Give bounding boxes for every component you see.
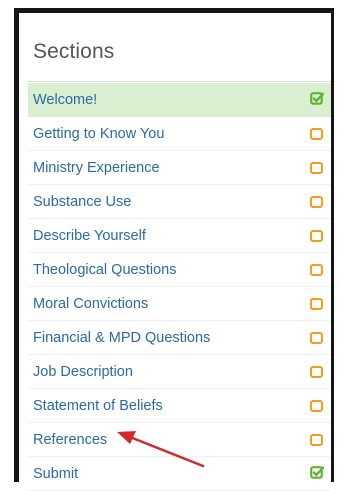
- section-item-statement-of-beliefs[interactable]: Statement of Beliefs: [28, 389, 331, 423]
- section-item-welcome[interactable]: Welcome!: [28, 83, 331, 117]
- sections-panel: Sections Welcome! Getting to Know You Mi…: [14, 8, 334, 491]
- checked-square-icon: [310, 92, 324, 105]
- section-label: Describe Yourself: [33, 228, 146, 244]
- empty-square-icon: [310, 196, 323, 208]
- section-item-financial-mpd-questions[interactable]: Financial & MPD Questions: [28, 321, 331, 355]
- section-item-ministry-experience[interactable]: Ministry Experience: [28, 151, 331, 185]
- section-item-substance-use[interactable]: Substance Use: [28, 185, 331, 219]
- title-divider: [28, 81, 331, 82]
- empty-square-icon: [310, 366, 323, 378]
- empty-square-icon: [310, 230, 323, 242]
- section-label: Theological Questions: [33, 262, 177, 278]
- checked-square-icon: [310, 466, 324, 479]
- section-item-getting-to-know-you[interactable]: Getting to Know You: [28, 117, 331, 151]
- section-label: Ministry Experience: [33, 160, 160, 176]
- section-label: Statement of Beliefs: [33, 398, 163, 414]
- empty-square-icon: [310, 298, 323, 310]
- section-item-describe-yourself[interactable]: Describe Yourself: [28, 219, 331, 253]
- empty-square-icon: [310, 332, 323, 344]
- section-label: Job Description: [33, 364, 133, 380]
- section-label: Financial & MPD Questions: [33, 330, 211, 346]
- section-label: References: [33, 432, 108, 448]
- empty-square-icon: [310, 128, 323, 140]
- empty-square-icon: [310, 162, 323, 174]
- section-label: Getting to Know You: [33, 126, 165, 142]
- section-item-job-description[interactable]: Job Description: [28, 355, 331, 389]
- section-label: Submit: [33, 466, 79, 482]
- sections-list: Welcome! Getting to Know You Ministry Ex…: [28, 83, 331, 491]
- sections-title: Sections: [33, 40, 115, 63]
- section-label: Substance Use: [33, 194, 132, 210]
- section-item-submit[interactable]: Submit: [28, 457, 331, 491]
- empty-square-icon: [310, 400, 323, 412]
- section-item-theological-questions[interactable]: Theological Questions: [28, 253, 331, 287]
- empty-square-icon: [310, 434, 323, 446]
- section-item-references[interactable]: References: [28, 423, 331, 457]
- section-label: Welcome!: [33, 92, 98, 108]
- empty-square-icon: [310, 264, 323, 276]
- section-item-moral-convictions[interactable]: Moral Convictions: [28, 287, 331, 321]
- section-label: Moral Convictions: [33, 296, 149, 312]
